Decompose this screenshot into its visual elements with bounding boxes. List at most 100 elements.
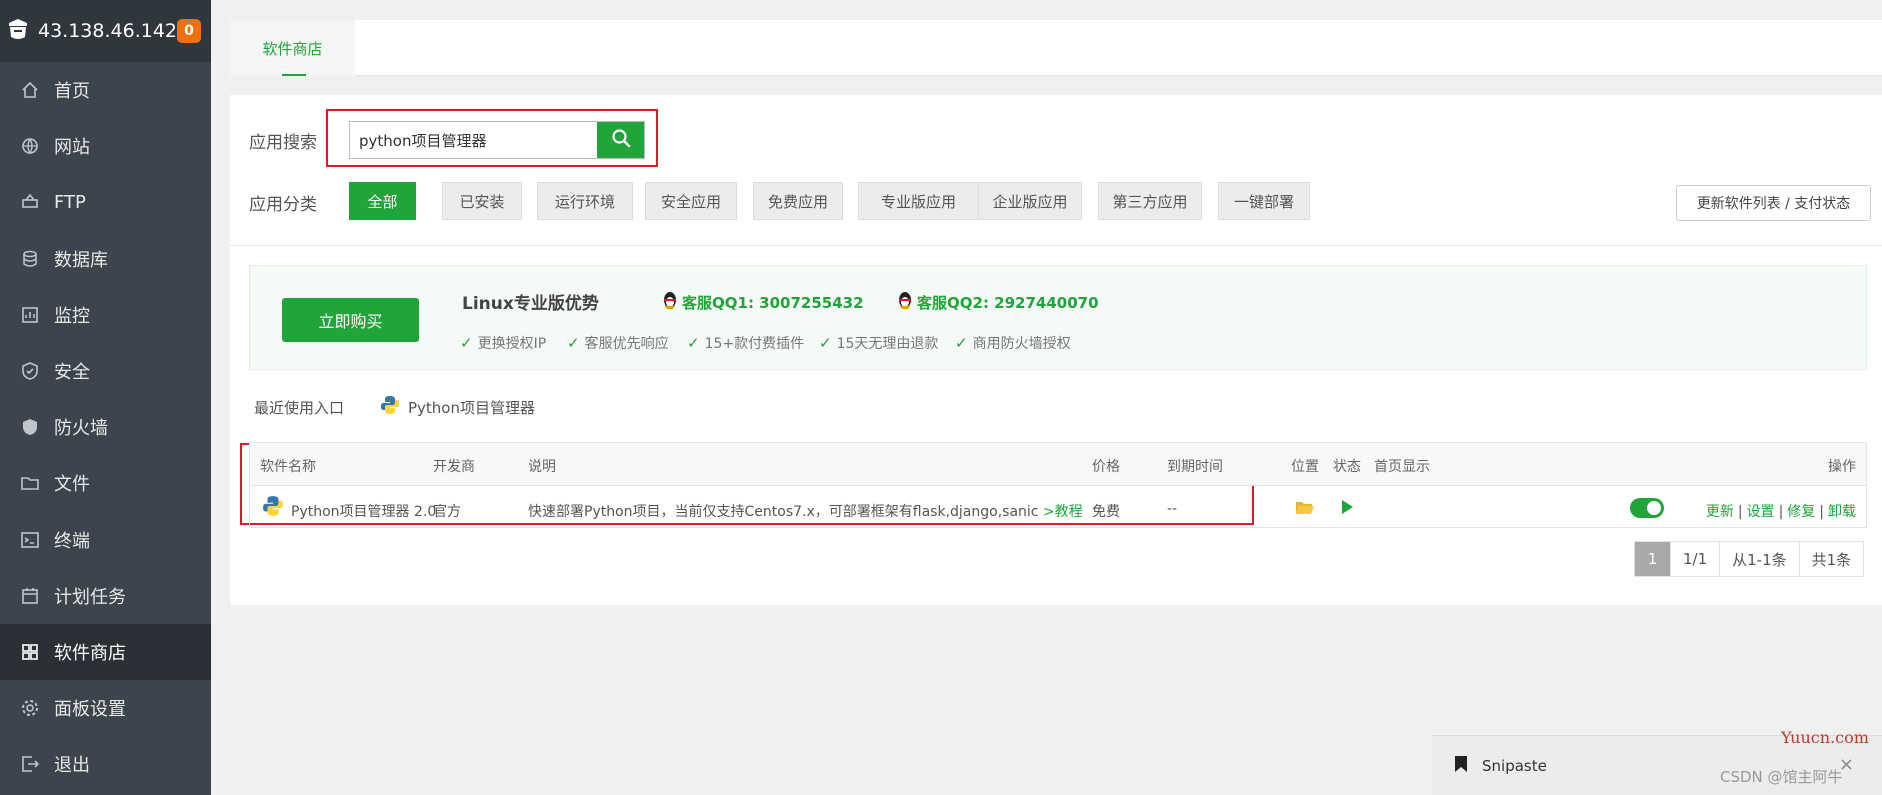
category-tab-2[interactable]: 运行环境 — [537, 182, 633, 220]
firewall-shield-icon — [20, 417, 40, 437]
refresh-list-button[interactable]: 更新软件列表 / 支付状态 — [1676, 185, 1871, 221]
promo-feature: ✓ 商用防火墙授权 — [955, 333, 1071, 353]
th-name: 软件名称 — [260, 459, 316, 475]
page-current[interactable]: 1 — [1635, 542, 1670, 576]
folder-open-icon[interactable] — [1295, 499, 1315, 519]
logout-icon — [20, 754, 40, 774]
action-link-0[interactable]: 更新 — [1706, 504, 1734, 520]
feature-label: 15天无理由退款 — [836, 336, 939, 352]
buy-now-button[interactable]: 立即购买 — [282, 298, 419, 342]
tab-underline — [282, 74, 306, 76]
main-panel: 应用搜索 应用分类 全部已安装运行环境安全应用免费应用专业版应用企业版应用第三方… — [230, 95, 1882, 605]
sidebar-item-3[interactable]: 数据库 — [0, 231, 211, 287]
page-range: 从1-1条 — [1719, 542, 1799, 576]
software-table: 软件名称 开发商 说明 价格 到期时间 位置 状态 首页显示 操作 Python… — [249, 442, 1867, 528]
search-input[interactable] — [350, 122, 597, 158]
tab-software-store[interactable]: 软件商店 — [230, 20, 355, 76]
tab-label: 软件商店 — [262, 39, 323, 58]
th-expire: 到期时间 — [1167, 459, 1223, 475]
tab-bar: 软件商店 — [230, 20, 1882, 76]
sidebar-item-label: 网站 — [54, 137, 90, 159]
qq-contact-2[interactable]: 客服QQ2: 2927440070 — [897, 291, 1099, 313]
sidebar-item-label: 计划任务 — [54, 586, 126, 608]
sidebar-item-10[interactable]: 软件商店 — [0, 623, 211, 681]
category-label: 应用分类 — [249, 195, 317, 215]
th-status: 状态 — [1333, 459, 1361, 475]
check-icon: ✓ — [460, 334, 473, 352]
action-link-1[interactable]: 设置 — [1747, 504, 1775, 520]
sidebar-item-label: 监控 — [54, 305, 90, 327]
sidebar-item-7[interactable]: 文件 — [0, 455, 211, 511]
sidebar-item-label: 安全 — [54, 362, 90, 384]
category-tab-8[interactable]: 一键部署 — [1218, 182, 1310, 220]
th-price: 价格 — [1092, 459, 1120, 475]
promo-feature: ✓ 15天无理由退款 — [819, 333, 938, 353]
feature-label: 客服优先响应 — [584, 336, 669, 352]
search-button[interactable] — [597, 122, 644, 158]
promo-feature: ✓ 更换授权IP — [460, 333, 546, 353]
sidebar-item-label: 终端 — [54, 530, 90, 552]
python-logo-icon — [380, 395, 400, 419]
qq-penguin-icon — [662, 291, 678, 313]
tutorial-link[interactable]: >教程 — [1043, 504, 1083, 520]
sidebar-item-label: 面板设置 — [54, 699, 126, 721]
check-icon: ✓ — [687, 334, 700, 352]
qq-contact-1[interactable]: 客服QQ1: 3007255432 — [662, 291, 864, 313]
watermark-site: Yuucn.com — [1781, 728, 1869, 747]
category-tab-7[interactable]: 第三方应用 — [1098, 182, 1202, 220]
sidebar-item-label: 首页 — [54, 81, 90, 103]
sidebar-item-8[interactable]: 终端 — [0, 512, 211, 568]
row-actions: 更新 | 设置 | 修复 | 卸载 — [1706, 501, 1856, 521]
feature-label: 15+款付费插件 — [704, 336, 805, 352]
promo-feature: ✓ 15+款付费插件 — [687, 333, 804, 353]
globe-icon — [20, 136, 40, 156]
homepage-display-toggle[interactable] — [1630, 498, 1664, 518]
snipaste-icon — [1454, 755, 1468, 777]
check-icon: ✓ — [955, 334, 968, 352]
th-developer: 开发商 — [433, 459, 475, 475]
category-tab-6[interactable]: 企业版应用 — [978, 182, 1082, 220]
play-icon[interactable] — [1340, 499, 1354, 519]
feature-label: 商用防火墙授权 — [972, 336, 1071, 352]
th-desc: 说明 — [528, 459, 556, 475]
sidebar-item-2[interactable]: FTP — [0, 174, 211, 230]
sidebar-item-11[interactable]: 面板设置 — [0, 680, 211, 736]
recent-label: 最近使用入口 — [254, 399, 345, 417]
sidebar-item-12[interactable]: 退出 — [0, 736, 211, 792]
snipaste-label: Snipaste — [1482, 756, 1547, 775]
calendar-icon — [20, 586, 40, 606]
promo-feature: ✓ 客服优先响应 — [567, 333, 669, 353]
home-icon — [20, 80, 40, 100]
divider — [230, 245, 1882, 246]
category-tab-4[interactable]: 免费应用 — [753, 182, 843, 220]
category-tab-5[interactable]: 专业版应用 — [858, 182, 979, 220]
cell-name: Python项目管理器 2.0 — [291, 504, 437, 520]
sidebar-item-5[interactable]: 安全 — [0, 343, 211, 399]
th-ops: 操作 — [1828, 459, 1856, 475]
sidebar-item-1[interactable]: 网站 — [0, 118, 211, 174]
category-tab-0[interactable]: 全部 — [349, 182, 416, 220]
sidebar-item-label: 数据库 — [54, 249, 108, 271]
sidebar-item-6[interactable]: 防火墙 — [0, 399, 211, 455]
grid-apps-icon — [20, 642, 40, 662]
database-icon — [20, 249, 40, 269]
table-header: 软件名称 开发商 说明 价格 到期时间 位置 状态 首页显示 操作 — [250, 443, 1866, 486]
recent-item-python-manager[interactable]: Python项目管理器 — [380, 395, 535, 419]
separator: | — [1778, 504, 1784, 520]
sidebar-item-9[interactable]: 计划任务 — [0, 568, 211, 624]
folder-icon — [20, 473, 40, 493]
action-link-3[interactable]: 卸载 — [1828, 504, 1856, 520]
server-logo-icon — [6, 17, 30, 45]
cell-price: 免费 — [1092, 504, 1120, 520]
sidebar-item-4[interactable]: 监控 — [0, 287, 211, 343]
th-homepage: 首页显示 — [1374, 459, 1430, 475]
recent-item-label: Python项目管理器 — [408, 398, 535, 417]
category-tab-3[interactable]: 安全应用 — [645, 182, 737, 220]
sidebar-item-0[interactable]: 首页 — [0, 62, 211, 118]
promo-title: Linux专业版优势 — [462, 294, 599, 314]
check-icon: ✓ — [567, 334, 580, 352]
sidebar-item-label: 文件 — [54, 474, 90, 496]
action-link-2[interactable]: 修复 — [1787, 504, 1815, 520]
notification-badge[interactable]: 0 — [177, 19, 201, 43]
category-tab-1[interactable]: 已安装 — [442, 182, 522, 220]
